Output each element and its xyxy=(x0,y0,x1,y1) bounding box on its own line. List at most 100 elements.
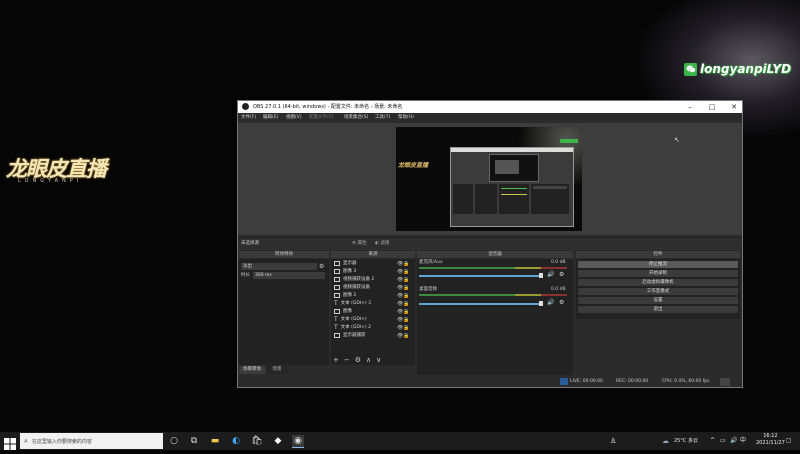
image-icon xyxy=(334,293,340,298)
clock-time: 16:12 xyxy=(763,433,778,439)
speaker-icon[interactable]: 🔊 xyxy=(547,299,554,306)
duration-input[interactable]: 300 ms xyxy=(253,272,325,279)
text-icon: T xyxy=(334,324,338,331)
weather-icon: ☁ xyxy=(662,437,669,445)
menu-edit[interactable]: 编辑(E) xyxy=(263,114,278,122)
source-label: 图像 2 xyxy=(343,293,357,298)
volume-meter-red xyxy=(541,294,567,296)
filters-button[interactable]: ◐ 滤镜 xyxy=(375,240,389,248)
source-label: 文本 (GDI+) xyxy=(340,317,367,322)
task-view-icon[interactable]: ⧉ xyxy=(188,435,200,447)
visibility-lock-column[interactable]: 👁🔒 👁🔒 👁🔒 👁🔒 👁🔒 👁🔒 👁🔒 👁🔒 👁🔒 👁🔒 xyxy=(397,260,411,340)
person-icon[interactable]: ♙ xyxy=(610,436,616,446)
sources-dock-title: 来源 xyxy=(331,251,415,258)
maximize-button[interactable]: □ xyxy=(704,101,720,113)
volume-meter-green xyxy=(419,267,515,269)
windows-start-button[interactable] xyxy=(4,435,16,450)
menu-profile[interactable]: 配置文件(P) xyxy=(309,114,333,122)
start-virtual-camera-button[interactable]: 启动虚拟摄像机 xyxy=(578,279,738,286)
gear-icon[interactable]: ⚙ xyxy=(559,271,564,278)
title-bar[interactable]: OBS 27.0.1 (64-bit, windows) - 配置文件: 未命名… xyxy=(238,101,742,113)
source-label: 视频捕获设备 2 xyxy=(343,277,375,282)
ime-icon[interactable]: 中 xyxy=(740,436,746,446)
obs-window[interactable]: OBS 27.0.1 (64-bit, windows) - 配置文件: 未命名… xyxy=(237,100,743,388)
image-icon xyxy=(334,269,340,274)
monitor-icon xyxy=(334,261,340,266)
clock[interactable]: 16:12 2021/11/27 xyxy=(756,433,785,447)
transition-select[interactable]: 淡出 xyxy=(241,263,317,270)
preview-logo: 龙眼皮直播 xyxy=(398,162,429,169)
edge-icon[interactable]: ◐ xyxy=(230,435,242,447)
stop-streaming-button[interactable]: 停止推流 xyxy=(578,261,738,268)
monitor-icon xyxy=(334,333,340,338)
text-icon: T xyxy=(334,316,338,323)
chevron-up-icon[interactable]: ^ xyxy=(710,436,715,446)
volume-slider[interactable] xyxy=(419,303,539,305)
obs-taskbar-icon[interactable]: ◉ xyxy=(292,435,304,448)
wechat-watermark: longyanpiLYD xyxy=(684,62,791,76)
cortana-icon[interactable]: ○ xyxy=(168,435,180,447)
studio-mode-button[interactable]: 工作室模式 xyxy=(578,288,738,295)
rec-timer: REC: 00:00:00 xyxy=(616,379,649,384)
controls-panel: 停止推流 开始录制 启动虚拟摄像机 工作室模式 设置 退出 xyxy=(576,259,740,319)
transition-dock: 淡出 ⚙ 时长 300 ms xyxy=(239,259,329,365)
menu-view[interactable]: 视图(V) xyxy=(286,114,302,122)
controls-dock-title: 控件 xyxy=(576,251,740,258)
mouse-cursor-icon: ↖ xyxy=(674,136,680,144)
live-timer: LIVE: 00:00:00 xyxy=(570,379,603,384)
menu-file[interactable]: 文件(F) xyxy=(241,114,256,122)
preview-area: 龙眼皮直播 ↖ xyxy=(238,123,742,235)
source-label: 文本 (GDI+) 3 xyxy=(340,301,371,306)
source-label: 文本 (GDI+) 2 xyxy=(340,325,371,330)
volume-slider-handle[interactable] xyxy=(539,273,543,278)
watermark-text: longyanpiLYD xyxy=(700,62,792,76)
sources-list[interactable]: 显示器 图像 3 视频捕获设备 2 视频捕获设备 图像 2 T 文本 (GDI+)… xyxy=(331,259,415,365)
speaker-icon[interactable]: 🔊 xyxy=(547,271,554,278)
taskbar-search-box[interactable]: ⌕ 在这里输入你要搜索的内容 xyxy=(20,433,163,449)
search-icon: ⌕ xyxy=(24,436,28,445)
settings-button[interactable]: 设置 xyxy=(578,297,738,304)
tab-scene-transitions[interactable]: 场景转场 xyxy=(239,366,265,374)
no-source-label: 未选择源 xyxy=(241,241,259,246)
source-toolbar: 未选择源 ⚙ 属性 ◐ 滤镜 xyxy=(238,237,742,250)
source-label: 图像 xyxy=(343,309,352,314)
volume-icon[interactable]: 🔊 xyxy=(730,436,737,446)
file-explorer-icon[interactable]: ▬ xyxy=(209,435,221,447)
obs-logo-icon xyxy=(242,103,249,110)
close-button[interactable]: ✕ xyxy=(726,101,742,113)
properties-label: 属性 xyxy=(357,241,367,246)
menu-help[interactable]: 帮助(H) xyxy=(398,114,414,122)
source-toolbar-buttons[interactable]: +−⚙︎∧∨ xyxy=(333,356,386,364)
transition-settings-icon[interactable]: ⚙ xyxy=(319,263,326,270)
audio-mixer: 麦克风/Aux 0.0 dB 🔊 ⚙ 桌面音频 0.0 dB 🔊 ⚙ xyxy=(417,259,573,375)
source-label: 显示器 xyxy=(343,261,357,266)
camera-icon xyxy=(334,277,340,282)
camera-icon xyxy=(334,285,340,290)
network-icon[interactable]: ▭ xyxy=(720,436,726,446)
properties-button[interactable]: ⚙ 属性 xyxy=(352,240,366,248)
notification-icon[interactable]: ▢ xyxy=(786,436,792,446)
volume-slider[interactable] xyxy=(419,275,539,277)
weather-text[interactable]: 25°C 多云 xyxy=(674,436,698,446)
preview-canvas[interactable]: 龙眼皮直播 xyxy=(396,127,582,231)
menu-scene-collection[interactable]: 场景集合(S) xyxy=(344,114,368,122)
resize-grip[interactable] xyxy=(720,378,730,386)
cpu-fps: CPU: 0.4%, 60.00 fps xyxy=(662,379,710,384)
preview-watermark xyxy=(560,139,578,143)
exit-button[interactable]: 退出 xyxy=(578,306,738,313)
gear-icon[interactable]: ⚙ xyxy=(559,299,564,306)
clock-date: 2021/11/27 xyxy=(756,440,785,446)
volume-slider-handle[interactable] xyxy=(539,301,543,306)
minimize-button[interactable]: – xyxy=(682,101,698,113)
menu-tools[interactable]: 工具(T) xyxy=(375,114,390,122)
desktop-logo-subtitle: LONGYANPI xyxy=(18,178,83,184)
tab-scenes[interactable]: 场景 xyxy=(266,366,288,374)
status-bar: LIVE: 00:00:00 REC: 00:00:00 CPU: 0.4%, … xyxy=(238,377,742,387)
menu-bar: 文件(F) 编辑(E) 视图(V) 配置文件(P) 场景集合(S) 工具(T) … xyxy=(238,113,742,123)
volume-meter-yellow xyxy=(515,294,541,296)
transition-dock-title: 转场特效 xyxy=(239,251,329,258)
app-icon[interactable]: ◆ xyxy=(272,435,284,447)
store-icon[interactable]: 🛍 xyxy=(251,435,263,447)
start-recording-button[interactable]: 开始录制 xyxy=(578,270,738,277)
mixer-channel-name: 麦克风/Aux xyxy=(419,260,443,265)
